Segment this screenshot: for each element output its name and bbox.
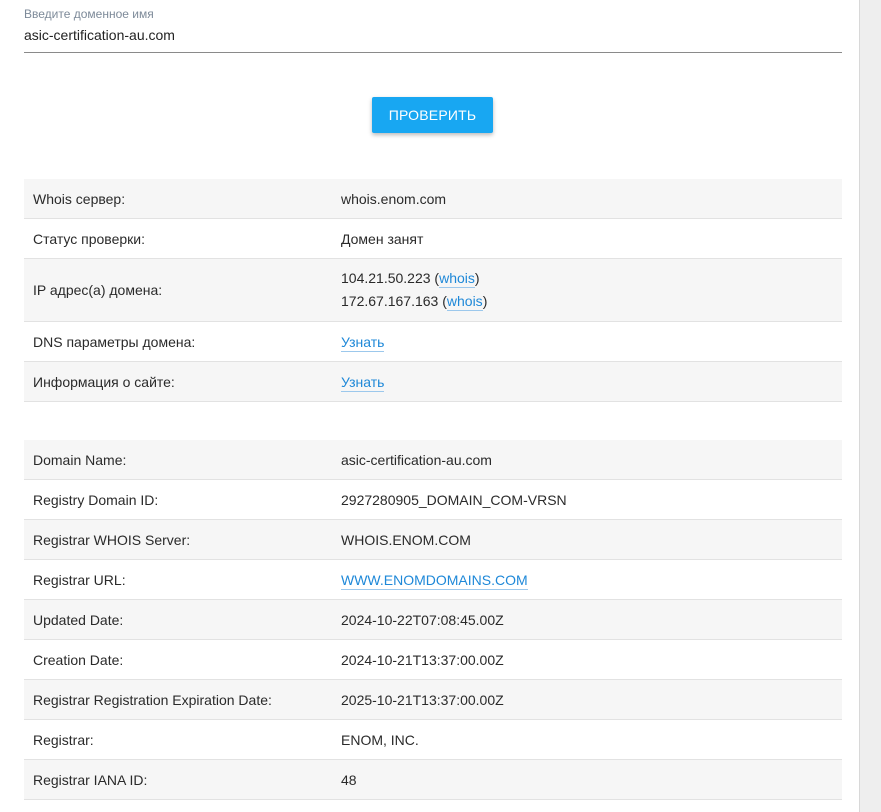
ip-line: 104.21.50.223 (whois) xyxy=(341,270,480,288)
table-row: Registrar Registration Expiration Date: … xyxy=(24,679,842,720)
record-value: 2024-10-21T13:37:00.00Z xyxy=(332,639,842,680)
domain-input[interactable] xyxy=(24,27,842,43)
record-value: asic-certification-au.com xyxy=(332,440,842,480)
whois-records-table: Domain Name: asic-certification-au.com R… xyxy=(24,440,842,800)
summary-table: Whois сервер: whois.enom.com Статус пров… xyxy=(24,179,842,402)
domain-field-label: Введите доменное имя xyxy=(24,7,154,21)
table-row: Registrar WHOIS Server: WHOIS.ENOM.COM xyxy=(24,519,842,560)
whois-card: Введите доменное имя ПРОВЕРИТЬ Whois сер… xyxy=(0,0,860,812)
ip-whois-link[interactable]: whois xyxy=(439,270,475,288)
ip-address: 104.21.50.223 xyxy=(341,270,431,286)
dns-key: DNS параметры домена: xyxy=(24,321,332,362)
table-row: IP адрес(а) домена: 104.21.50.223 (whois… xyxy=(24,258,842,322)
table-row: Registrar IANA ID: 48 xyxy=(24,759,842,800)
site-info-link[interactable]: Узнать xyxy=(341,373,385,392)
table-row: Updated Date: 2024-10-22T07:08:45.00Z xyxy=(24,599,842,640)
record-key: Domain Name: xyxy=(24,440,332,480)
check-button[interactable]: ПРОВЕРИТЬ xyxy=(372,97,493,133)
record-key: Creation Date: xyxy=(24,639,332,680)
record-key: Registrar: xyxy=(24,719,332,760)
record-value: WWW.ENOMDOMAINS.COM xyxy=(332,559,842,600)
record-key: Registrar Registration Expiration Date: xyxy=(24,679,332,720)
ip-address: 172.67.167.163 xyxy=(341,293,439,309)
dns-lookup-link[interactable]: Узнать xyxy=(341,333,385,352)
table-row: DNS параметры домена: Узнать xyxy=(24,321,842,362)
record-value: ENOM, INC. xyxy=(332,719,842,760)
site-info-key: Информация о сайте: xyxy=(24,361,332,402)
record-value: 2024-10-22T07:08:45.00Z xyxy=(332,599,842,640)
record-value: 2025-10-21T13:37:00.00Z xyxy=(332,679,842,720)
table-row: Registrar: ENOM, INC. xyxy=(24,719,842,760)
record-value: 48 xyxy=(332,759,842,800)
table-row: Registrar URL: WWW.ENOMDOMAINS.COM xyxy=(24,559,842,600)
whois-server-key: Whois сервер: xyxy=(24,179,332,219)
status-key: Статус проверки: xyxy=(24,218,332,259)
whois-server-value: whois.enom.com xyxy=(332,179,842,219)
record-key: Registrar URL: xyxy=(24,559,332,600)
status-value: Домен занят xyxy=(332,218,842,259)
table-row: Whois сервер: whois.enom.com xyxy=(24,179,842,219)
ip-value: 104.21.50.223 (whois) 172.67.167.163 (wh… xyxy=(332,258,842,322)
table-row: Информация о сайте: Узнать xyxy=(24,361,842,402)
record-key: Updated Date: xyxy=(24,599,332,640)
ip-key: IP адрес(а) домена: xyxy=(24,258,332,322)
dns-value: Узнать xyxy=(332,321,842,362)
record-key: Registry Domain ID: xyxy=(24,479,332,520)
table-row: Creation Date: 2024-10-21T13:37:00.00Z xyxy=(24,639,842,680)
table-row: Статус проверки: Домен занят xyxy=(24,218,842,259)
ip-whois-link[interactable]: whois xyxy=(446,293,483,311)
domain-field[interactable]: Введите доменное имя xyxy=(24,0,842,53)
record-value: WHOIS.ENOM.COM xyxy=(332,519,842,560)
record-value: 2927280905_DOMAIN_COM-VRSN xyxy=(332,479,842,520)
ip-line: 172.67.167.163 (whois) xyxy=(341,293,488,311)
site-info-value: Узнать xyxy=(332,361,842,402)
record-key: Registrar IANA ID: xyxy=(24,759,332,800)
record-key: Registrar WHOIS Server: xyxy=(24,519,332,560)
table-row: Domain Name: asic-certification-au.com xyxy=(24,440,842,480)
table-row: Registry Domain ID: 2927280905_DOMAIN_CO… xyxy=(24,479,842,520)
registrar-url-link[interactable]: WWW.ENOMDOMAINS.COM xyxy=(341,571,528,590)
